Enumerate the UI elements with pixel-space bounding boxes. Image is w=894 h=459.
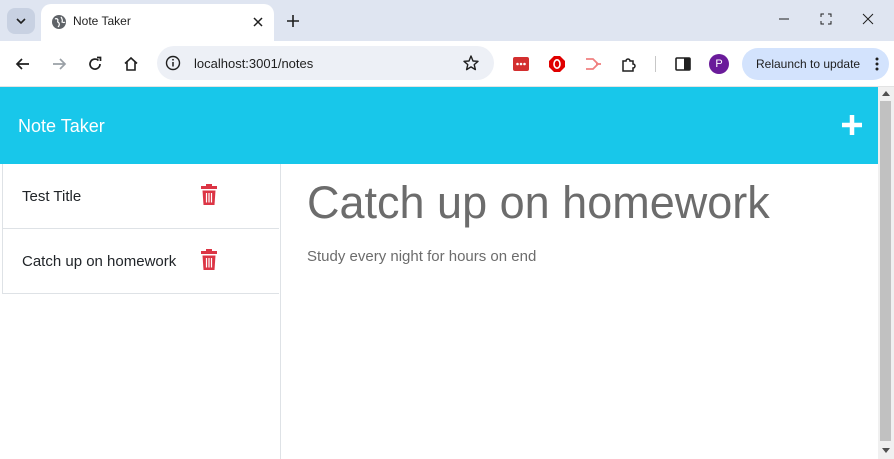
browser-tab[interactable]: Note Taker: [41, 4, 274, 41]
minimize-icon[interactable]: [776, 11, 792, 27]
relaunch-label: Relaunch to update: [756, 57, 861, 71]
toolbar-divider: [655, 56, 656, 72]
tab-title: Note Taker: [73, 14, 131, 28]
trash-icon[interactable]: [200, 184, 218, 206]
note-list-title[interactable]: Catch up on homework: [22, 253, 176, 270]
page-scrollbar[interactable]: [878, 87, 894, 459]
plus-icon[interactable]: [284, 12, 302, 30]
scroll-thumb[interactable]: [880, 101, 891, 441]
info-icon[interactable]: [165, 55, 181, 71]
relaunch-button[interactable]: Relaunch to update: [742, 48, 889, 80]
page-viewport: Note Taker Test Title Catch up on homewo…: [0, 87, 878, 459]
close-icon[interactable]: [251, 15, 265, 29]
extension-arrow-icon[interactable]: [583, 54, 603, 74]
back-icon[interactable]: [13, 54, 33, 74]
kebab-menu-icon[interactable]: [870, 56, 884, 72]
profile-avatar[interactable]: P: [709, 54, 729, 74]
note-list-title[interactable]: Test Title: [22, 188, 81, 205]
note-list-item[interactable]: Catch up on homework: [3, 229, 279, 294]
globe-icon: [52, 15, 66, 29]
new-note-plus-icon[interactable]: [840, 113, 864, 137]
browser-toolbar: localhost:3001/notes Relaunch to update: [0, 41, 894, 87]
app-brand[interactable]: Note Taker: [18, 116, 105, 137]
star-icon[interactable]: [462, 54, 480, 72]
tab-search-button[interactable]: [7, 8, 35, 34]
chevron-down-icon: [16, 18, 26, 25]
browser-tab-strip: Note Taker: [0, 0, 894, 41]
trash-icon[interactable]: [200, 249, 218, 271]
maximize-icon[interactable]: [818, 11, 834, 27]
note-list-item[interactable]: Test Title: [3, 164, 279, 229]
scroll-down-arrow-icon[interactable]: [881, 447, 891, 455]
address-bar[interactable]: localhost:3001/notes: [157, 46, 494, 80]
adblock-icon[interactable]: [547, 54, 567, 74]
sidebar-icon[interactable]: [673, 54, 693, 74]
app-navbar: Note Taker: [0, 87, 878, 164]
home-icon[interactable]: [121, 54, 141, 74]
forward-icon[interactable]: [49, 54, 69, 74]
note-text-field[interactable]: Study every night for hours on end: [307, 248, 536, 265]
reload-icon[interactable]: [85, 54, 105, 74]
puzzle-icon[interactable]: [619, 54, 639, 74]
url-text[interactable]: localhost:3001/notes: [194, 56, 313, 71]
extension-red-icon[interactable]: [511, 54, 531, 74]
close-window-icon[interactable]: [860, 11, 876, 27]
note-title-field[interactable]: Catch up on homework: [307, 177, 770, 229]
scroll-up-arrow-icon[interactable]: [881, 89, 891, 97]
